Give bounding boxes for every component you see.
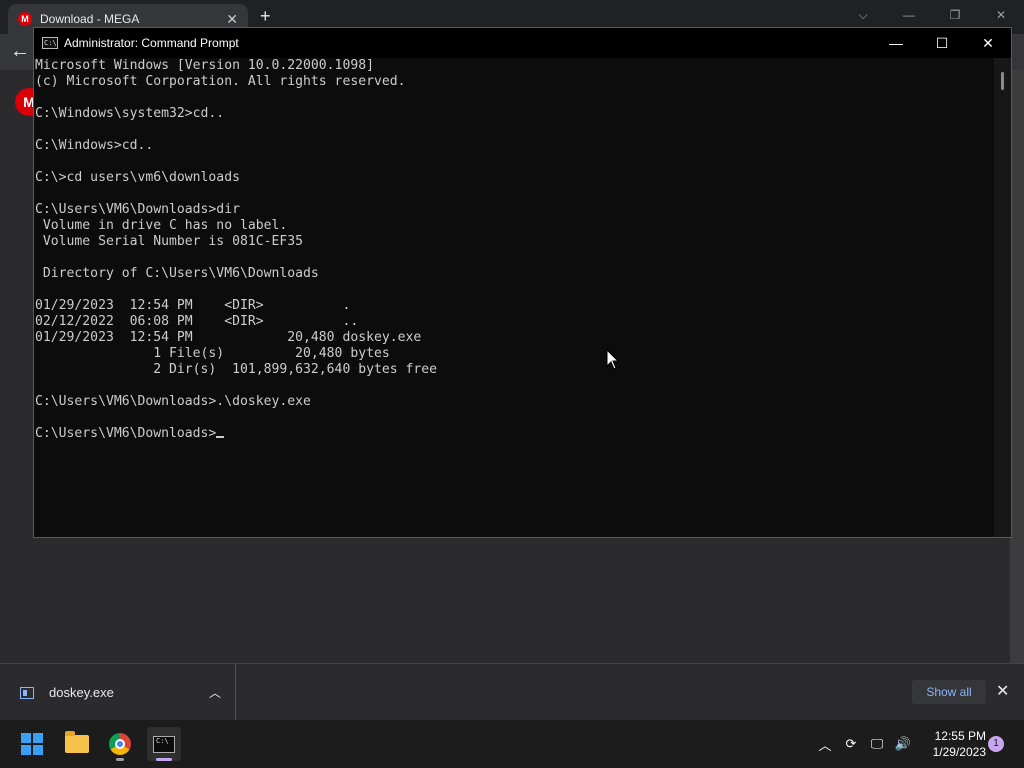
cmd-close-icon[interactable]: ✕ (965, 28, 1011, 58)
browser-window-controls: ⌵ — ❐ ✕ (840, 0, 1024, 30)
taskbar-clock[interactable]: 12:55 PM 1/29/2023 (916, 728, 986, 760)
cmd-taskbar-icon: C:\ (153, 735, 175, 753)
volume-icon[interactable]: 🔊 (893, 736, 913, 752)
notification-badge[interactable]: 1 (988, 736, 1004, 752)
cmd-taskbar-button[interactable]: C:\ (147, 727, 181, 761)
console-line: 2 Dir(s) 101,899,632,640 bytes free (35, 362, 438, 377)
cmd-app-icon: C:\ (42, 37, 58, 49)
taskbar: C:\ ︿ ⟳ 🖵 🔊 12:55 PM 1/29/2023 (0, 720, 1024, 768)
cmd-minimize-icon[interactable]: — (873, 28, 919, 58)
console-line: 01/29/2023 12:54 PM 20,480 doskey.exe (35, 330, 422, 345)
active-indicator (156, 758, 172, 761)
download-file-name: doskey.exe (49, 685, 114, 700)
browser-minimize-icon[interactable]: — (886, 0, 932, 30)
console-line: C:\Users\VM6\Downloads>dir (35, 202, 240, 217)
console-line: C:\>cd users\vm6\downloads (35, 170, 240, 185)
cmd-scrollbar[interactable] (994, 58, 1011, 537)
command-prompt-window[interactable]: C:\ Administrator: Command Prompt — ☐ ✕ … (33, 27, 1012, 538)
console-line: 02/12/2022 06:08 PM <DIR> .. (35, 314, 359, 329)
chrome-taskbar-button[interactable] (103, 727, 137, 761)
cmd-console-area[interactable]: Microsoft Windows [Version 10.0.22000.10… (34, 58, 996, 537)
system-tray: ︿ ⟳ 🖵 🔊 (815, 720, 913, 768)
new-tab-button[interactable]: + (260, 6, 271, 27)
console-line: 1 File(s) 20,480 bytes (35, 346, 390, 361)
tab-search-icon[interactable]: ⌵ (840, 0, 886, 30)
file-explorer-button[interactable] (60, 727, 94, 761)
console-line: Microsoft Windows [Version 10.0.22000.10… (35, 58, 374, 73)
clock-time: 12:55 PM (934, 729, 986, 743)
tab-title: Download - MEGA (40, 12, 140, 26)
console-prompt: C:\Users\VM6\Downloads> (35, 426, 996, 442)
browser-close-icon[interactable]: ✕ (978, 0, 1024, 30)
chevron-up-icon[interactable]: ︿ (815, 735, 835, 754)
close-downloads-bar-icon[interactable]: ✕ (996, 681, 1009, 701)
cmd-scrollbar-thumb[interactable] (1001, 72, 1004, 90)
chrome-icon (109, 733, 131, 755)
cmd-window-controls: — ☐ ✕ (873, 28, 1011, 58)
sync-icon[interactable]: ⟳ (841, 736, 861, 752)
browser-restore-icon[interactable]: ❐ (932, 0, 978, 30)
file-icon (20, 686, 34, 699)
show-all-button[interactable]: Show all (912, 680, 986, 704)
clock-date: 1/29/2023 (932, 745, 986, 759)
tab-close-icon[interactable]: ✕ (226, 11, 238, 28)
console-line: Volume in drive C has no label. (35, 218, 288, 233)
console-line: 01/29/2023 12:54 PM <DIR> . (35, 298, 351, 313)
browser-scrollbar[interactable] (1010, 70, 1024, 663)
console-line: (c) Microsoft Corporation. All rights re… (35, 74, 406, 89)
start-button[interactable] (15, 727, 49, 761)
text-cursor (216, 436, 225, 438)
cmd-titlebar[interactable]: C:\ Administrator: Command Prompt — ☐ ✕ (34, 28, 1011, 58)
mouse-pointer-icon (606, 349, 620, 370)
cmd-window-title: Administrator: Command Prompt (64, 36, 239, 50)
console-line: C:\Users\VM6\Downloads>.\doskey.exe (35, 394, 311, 409)
folder-icon (65, 731, 89, 753)
downloads-bar: doskey.exe ︿ Show all ✕ (0, 663, 1024, 721)
console-output: Microsoft Windows [Version 10.0.22000.10… (35, 58, 996, 442)
network-icon[interactable]: 🖵 (867, 736, 887, 752)
back-arrow-icon[interactable]: ← (10, 40, 30, 63)
console-line: C:\Windows>cd.. (35, 138, 154, 153)
console-line: Volume Serial Number is 081C-EF35 (35, 234, 304, 249)
running-indicator (116, 758, 124, 761)
mega-icon: M (18, 12, 32, 26)
console-line: C:\Windows\system32>cd.. (35, 106, 225, 121)
cmd-maximize-icon[interactable]: ☐ (919, 28, 965, 58)
console-line: Directory of C:\Users\VM6\Downloads (35, 266, 319, 281)
download-item[interactable]: doskey.exe ︿ (0, 664, 236, 721)
prompt-text: C:\Users\VM6\Downloads> (35, 426, 217, 441)
windows-logo-icon (21, 733, 43, 755)
chevron-up-icon[interactable]: ︿ (195, 684, 235, 701)
